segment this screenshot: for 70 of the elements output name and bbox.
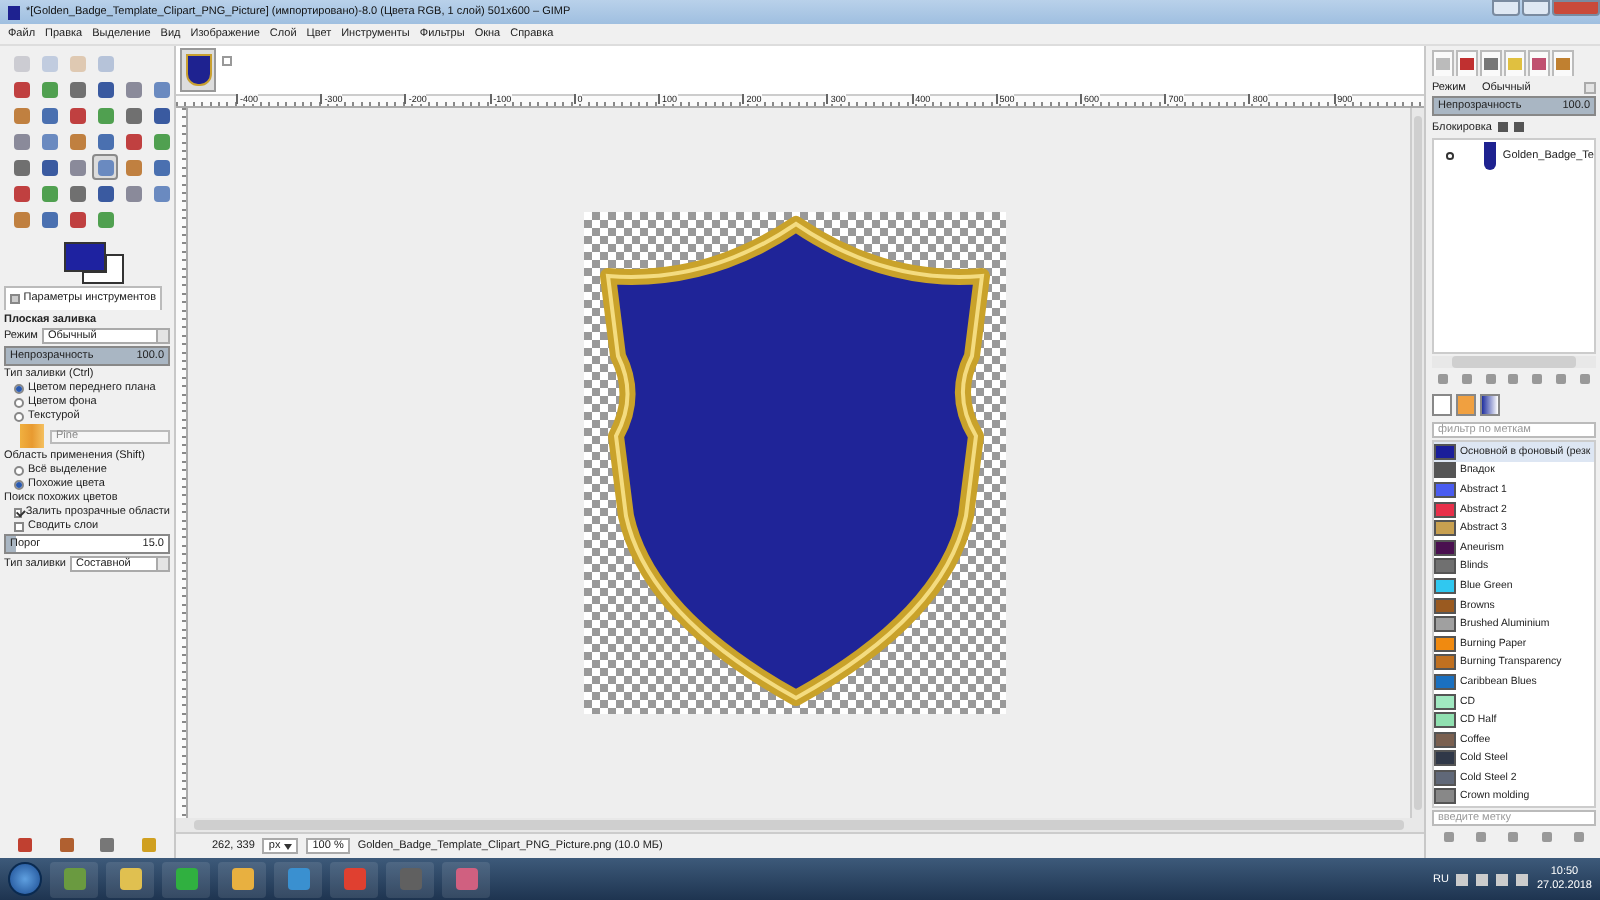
taskbar-app-button[interactable]: [274, 861, 322, 897]
radio-button[interactable]: [14, 479, 24, 489]
image-tab[interactable]: [180, 48, 216, 92]
radio-button[interactable]: [14, 465, 24, 475]
brush-tab-icon[interactable]: [1432, 394, 1452, 416]
radio-button[interactable]: [14, 383, 24, 393]
vertical-scrollbar[interactable]: [1410, 108, 1424, 818]
dock-tab-icon[interactable]: [1456, 50, 1478, 76]
tool-icon[interactable]: [92, 76, 118, 102]
checkbox[interactable]: [14, 521, 24, 531]
radio-button[interactable]: [14, 397, 24, 407]
tool-icon[interactable]: [92, 180, 118, 206]
tool-icon[interactable]: [36, 128, 62, 154]
checkbox[interactable]: [14, 507, 22, 517]
start-button[interactable]: [8, 862, 42, 896]
tool-icon[interactable]: [36, 154, 62, 180]
eye-icon[interactable]: [1446, 152, 1455, 160]
minimize-button[interactable]: [1492, 0, 1520, 16]
tool-icon[interactable]: [120, 102, 146, 128]
horizontal-scrollbar[interactable]: [176, 818, 1424, 832]
caret-icon[interactable]: [284, 843, 293, 849]
tool-icon[interactable]: [120, 128, 146, 154]
layer-thumbnail: [1484, 142, 1497, 170]
taskbar-app-button[interactable]: [106, 861, 154, 897]
taskbar-app-button[interactable]: [162, 861, 210, 897]
tool-icon[interactable]: [8, 102, 34, 128]
taskbar-app-button[interactable]: [442, 861, 490, 897]
radio-button[interactable]: [14, 411, 24, 421]
tool-icon[interactable]: [8, 154, 34, 180]
horizontal-scrollbar[interactable]: [1432, 356, 1596, 368]
tool-icon[interactable]: [36, 76, 62, 102]
tray-icon[interactable]: [1456, 873, 1469, 885]
tool-icon[interactable]: [64, 76, 90, 102]
tool-icon[interactable]: [92, 128, 118, 154]
foreground-color-swatch[interactable]: [64, 242, 106, 272]
tool-icon[interactable]: [148, 154, 174, 180]
tool-icon[interactable]: [8, 128, 34, 154]
tool-icon[interactable]: [148, 102, 174, 128]
background-color-swatch[interactable]: [82, 254, 124, 284]
tool-icon[interactable]: [120, 154, 146, 180]
tool-icon[interactable]: [8, 206, 34, 232]
tool-icon[interactable]: [92, 102, 118, 128]
tool-icon[interactable]: [120, 180, 146, 206]
taskbar-app-button[interactable]: [330, 861, 378, 897]
tool-icon[interactable]: [64, 206, 90, 232]
dock-tab-icon[interactable]: [1480, 50, 1502, 76]
dock-tab-icon[interactable]: [1552, 50, 1574, 76]
tool-icon[interactable]: [64, 180, 90, 206]
tool-icon[interactable]: [64, 154, 90, 180]
tool-icon[interactable]: [8, 76, 34, 102]
maximize-button[interactable]: [1522, 0, 1550, 16]
close-icon[interactable]: [222, 55, 232, 65]
gradient-tab-icon[interactable]: [1480, 394, 1500, 416]
tool-icon[interactable]: [36, 206, 62, 232]
tool-icon[interactable]: [64, 102, 90, 128]
tool-icon[interactable]: [148, 128, 174, 154]
tool-icon[interactable]: [64, 128, 90, 154]
taskbar-app-button[interactable]: [50, 861, 98, 897]
tool-icon[interactable]: [36, 102, 62, 128]
taskbar-app-button[interactable]: [218, 861, 266, 897]
tool-icon[interactable]: [148, 180, 174, 206]
tool-icon[interactable]: [8, 180, 34, 206]
tool-icon[interactable]: [92, 154, 118, 180]
pattern-swatch[interactable]: [20, 424, 44, 448]
tool-icon[interactable]: [120, 76, 146, 102]
gimp-logo-icon: [8, 5, 20, 19]
tool-icon[interactable]: [148, 76, 174, 102]
tool-icon[interactable]: [36, 180, 62, 206]
tool-icon[interactable]: [92, 206, 118, 232]
dock-tab-icon[interactable]: [1528, 50, 1550, 76]
